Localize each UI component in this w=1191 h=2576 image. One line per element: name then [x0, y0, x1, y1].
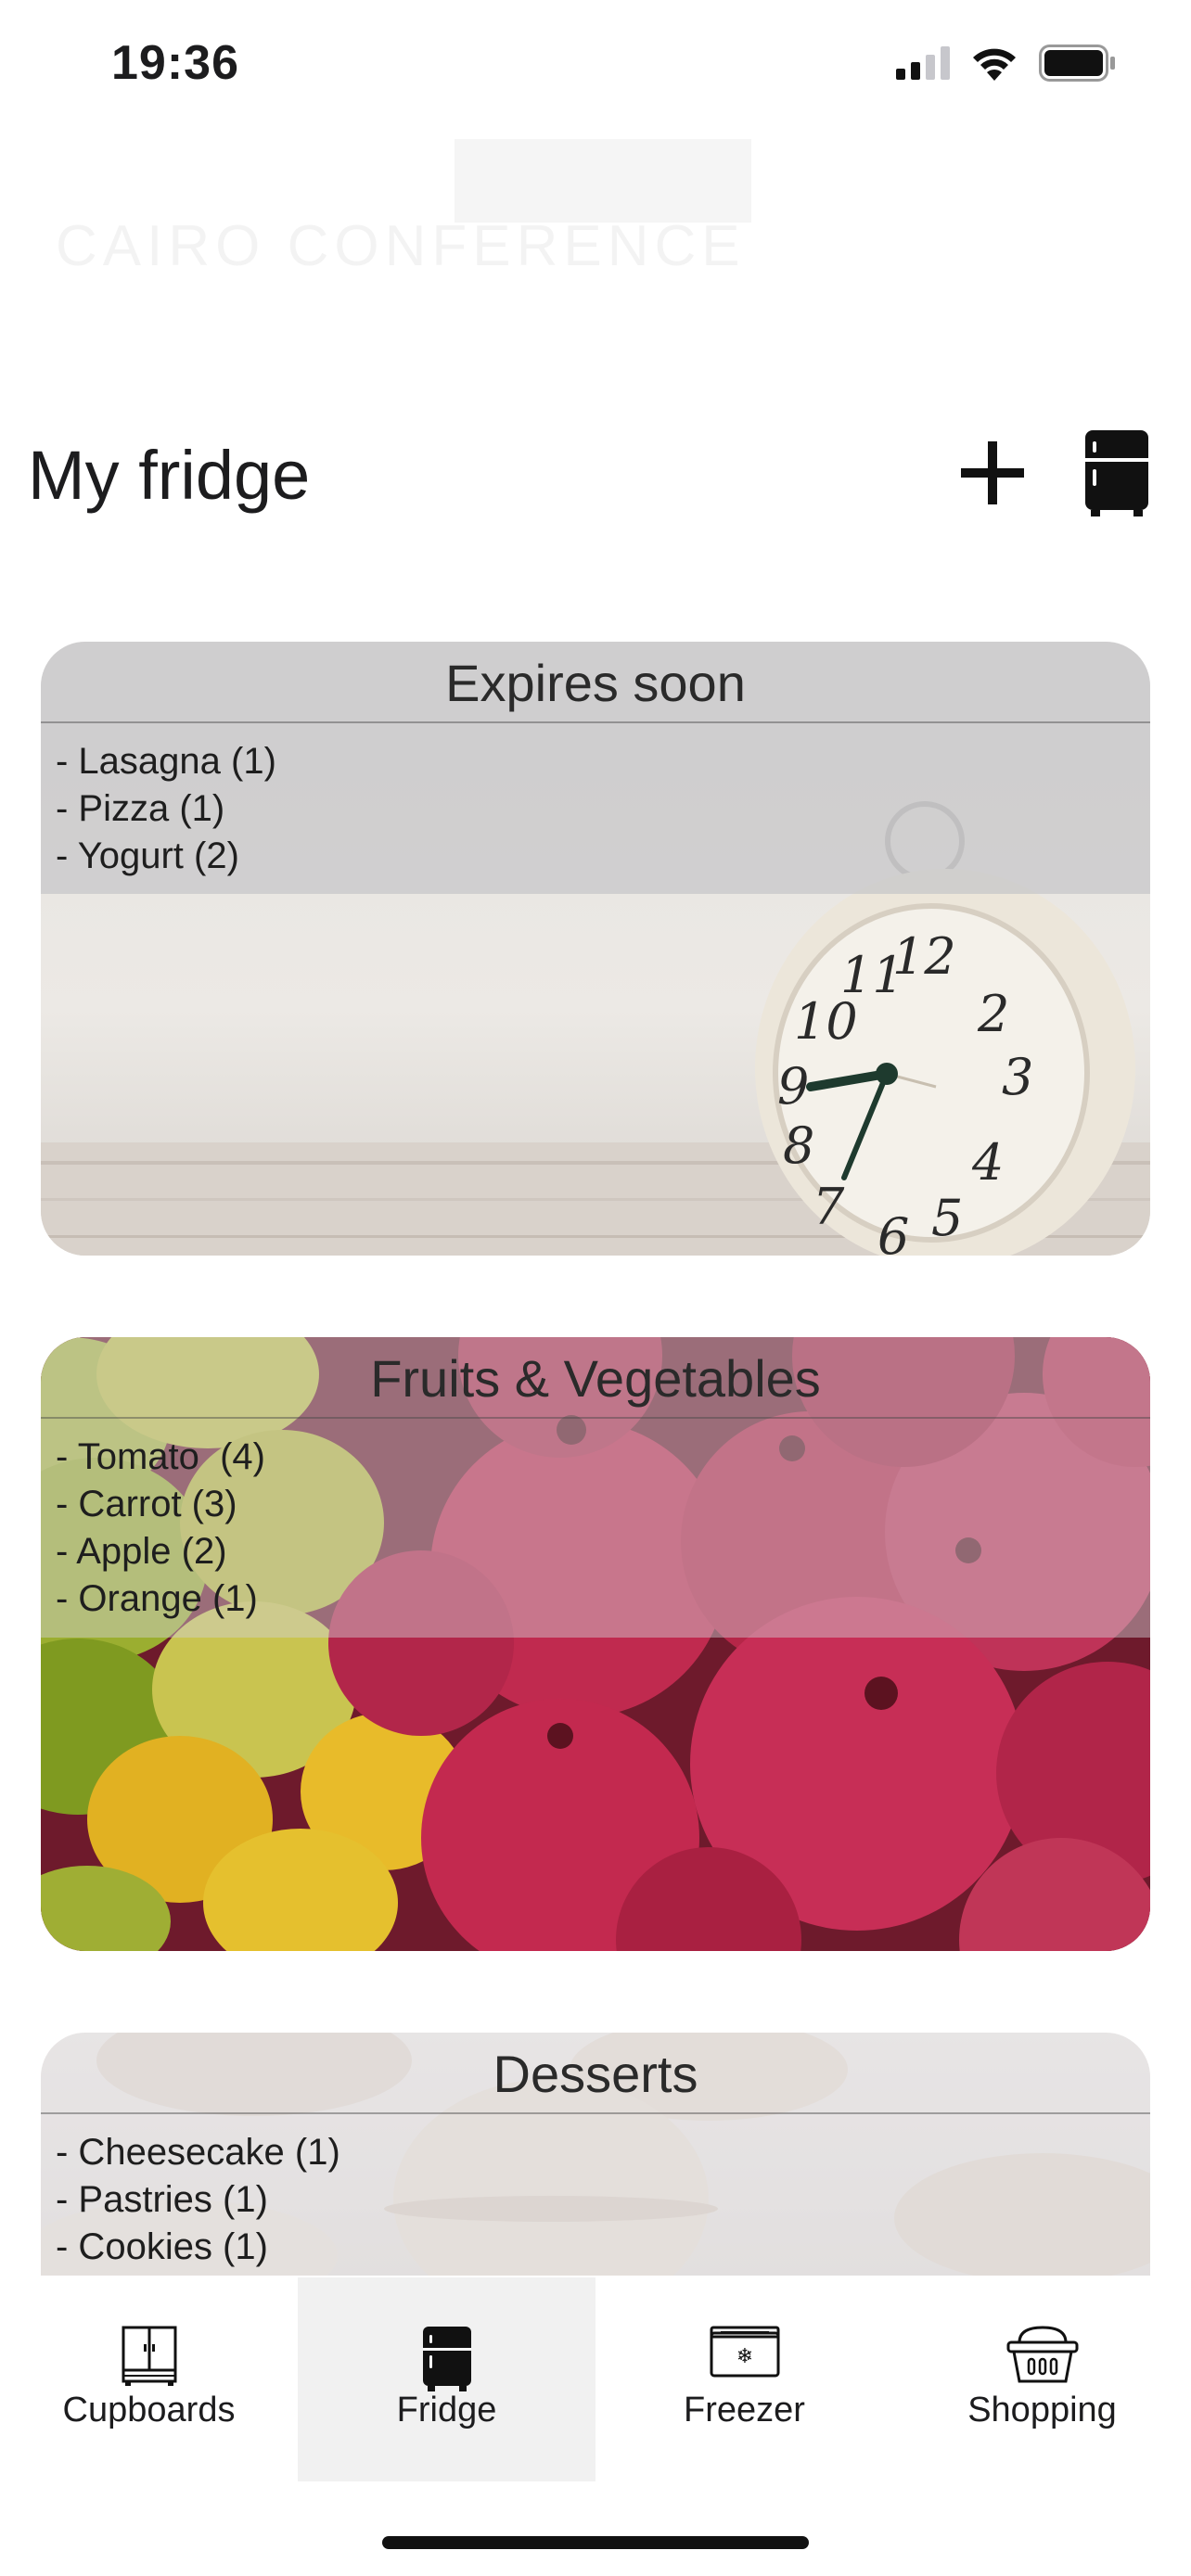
card-title: Desserts	[493, 2045, 698, 2103]
category-card-expires-soon[interactable]: 12 11 10 9 8 7 6 5 4 3 2 Expires soon - …	[41, 642, 1150, 1256]
card-divider	[41, 2112, 1150, 2114]
list-item: - Cookies (1)	[56, 2226, 268, 2267]
fridge-icon	[422, 2327, 471, 2391]
background-logo: CAIRO CONFERENCE	[56, 139, 761, 287]
list-item: - Apple (2)	[56, 1531, 227, 1572]
svg-text:4: 4	[971, 1133, 1004, 1192]
svg-text:9: 9	[777, 1057, 809, 1116]
header: My fridge	[0, 408, 1191, 538]
fridge-icon	[1085, 430, 1148, 516]
basket-icon	[1006, 2326, 1078, 2383]
list-item: - Orange (1)	[56, 1578, 258, 1619]
home-indicator[interactable]	[382, 2536, 809, 2549]
signal-icon	[896, 46, 950, 80]
wifi-icon	[973, 48, 1016, 81]
tab-label: Freezer	[684, 2391, 805, 2429]
tab-fridge[interactable]: Fridge	[298, 2277, 596, 2481]
battery-icon	[1039, 45, 1115, 82]
status-bar: 19:36	[0, 0, 1191, 130]
svg-text:6: 6	[877, 1207, 909, 1256]
card-title: Fruits & Vegetables	[370, 1349, 821, 1408]
page-title: My fridge	[28, 437, 311, 514]
tab-freezer[interactable]: ❄ Freezer	[596, 2277, 893, 2481]
card-item-list: - Cheesecake (1) - Pastries (1) - Cookie…	[56, 2129, 340, 2271]
card-title: Expires soon	[445, 654, 746, 712]
svg-text:7: 7	[813, 1178, 845, 1236]
category-card-fruits-vegetables[interactable]: Fruits & Vegetables - Tomato (4) - Carro…	[41, 1337, 1150, 1951]
card-item-list: - Tomato (4) - Carrot (3) - Apple (2) - …	[56, 1434, 265, 1623]
status-time: 19:36	[111, 36, 239, 90]
list-item: - Yogurt (2)	[56, 835, 239, 876]
category-card-desserts[interactable]: Desserts - Cheesecake (1) - Pastries (1)…	[41, 2033, 1150, 2276]
tab-label: Cupboards	[62, 2391, 236, 2429]
status-icons	[896, 45, 1117, 82]
tab-label: Fridge	[396, 2391, 497, 2429]
tab-label: Shopping	[967, 2391, 1117, 2429]
list-item: - Tomato (4)	[56, 1436, 265, 1477]
card-divider	[41, 1417, 1150, 1419]
svg-text:5: 5	[931, 1189, 963, 1247]
tab-bar: Cupboards Fridge ❄ Freezer Shopping	[0, 2277, 1191, 2483]
svg-text:3: 3	[1002, 1048, 1033, 1106]
svg-text:2: 2	[977, 985, 1009, 1043]
freezer-icon: ❄	[710, 2326, 779, 2378]
list-item: - Pizza (1)	[56, 788, 225, 829]
tab-cupboards[interactable]: Cupboards	[0, 2277, 298, 2481]
background-logo-text: CAIRO CONFERENCE	[56, 214, 746, 278]
list-item: - Carrot (3)	[56, 1484, 237, 1524]
background-logo-box	[455, 139, 751, 223]
fridge-settings-button[interactable]	[1083, 428, 1150, 517]
list-item: - Cheesecake (1)	[56, 2132, 340, 2173]
cupboard-icon	[122, 2326, 176, 2386]
list-item: - Pastries (1)	[56, 2179, 268, 2220]
tab-shopping[interactable]: Shopping	[893, 2277, 1191, 2481]
svg-text:8: 8	[783, 1116, 814, 1175]
svg-text:10: 10	[794, 992, 858, 1051]
add-item-button[interactable]	[955, 436, 1030, 510]
plus-icon	[961, 441, 1024, 504]
card-divider	[41, 721, 1150, 723]
card-item-list: - Lasagna (1) - Pizza (1) - Yogurt (2)	[56, 738, 276, 880]
list-item: - Lasagna (1)	[56, 741, 276, 782]
svg-text:❄: ❄	[736, 2345, 752, 2368]
